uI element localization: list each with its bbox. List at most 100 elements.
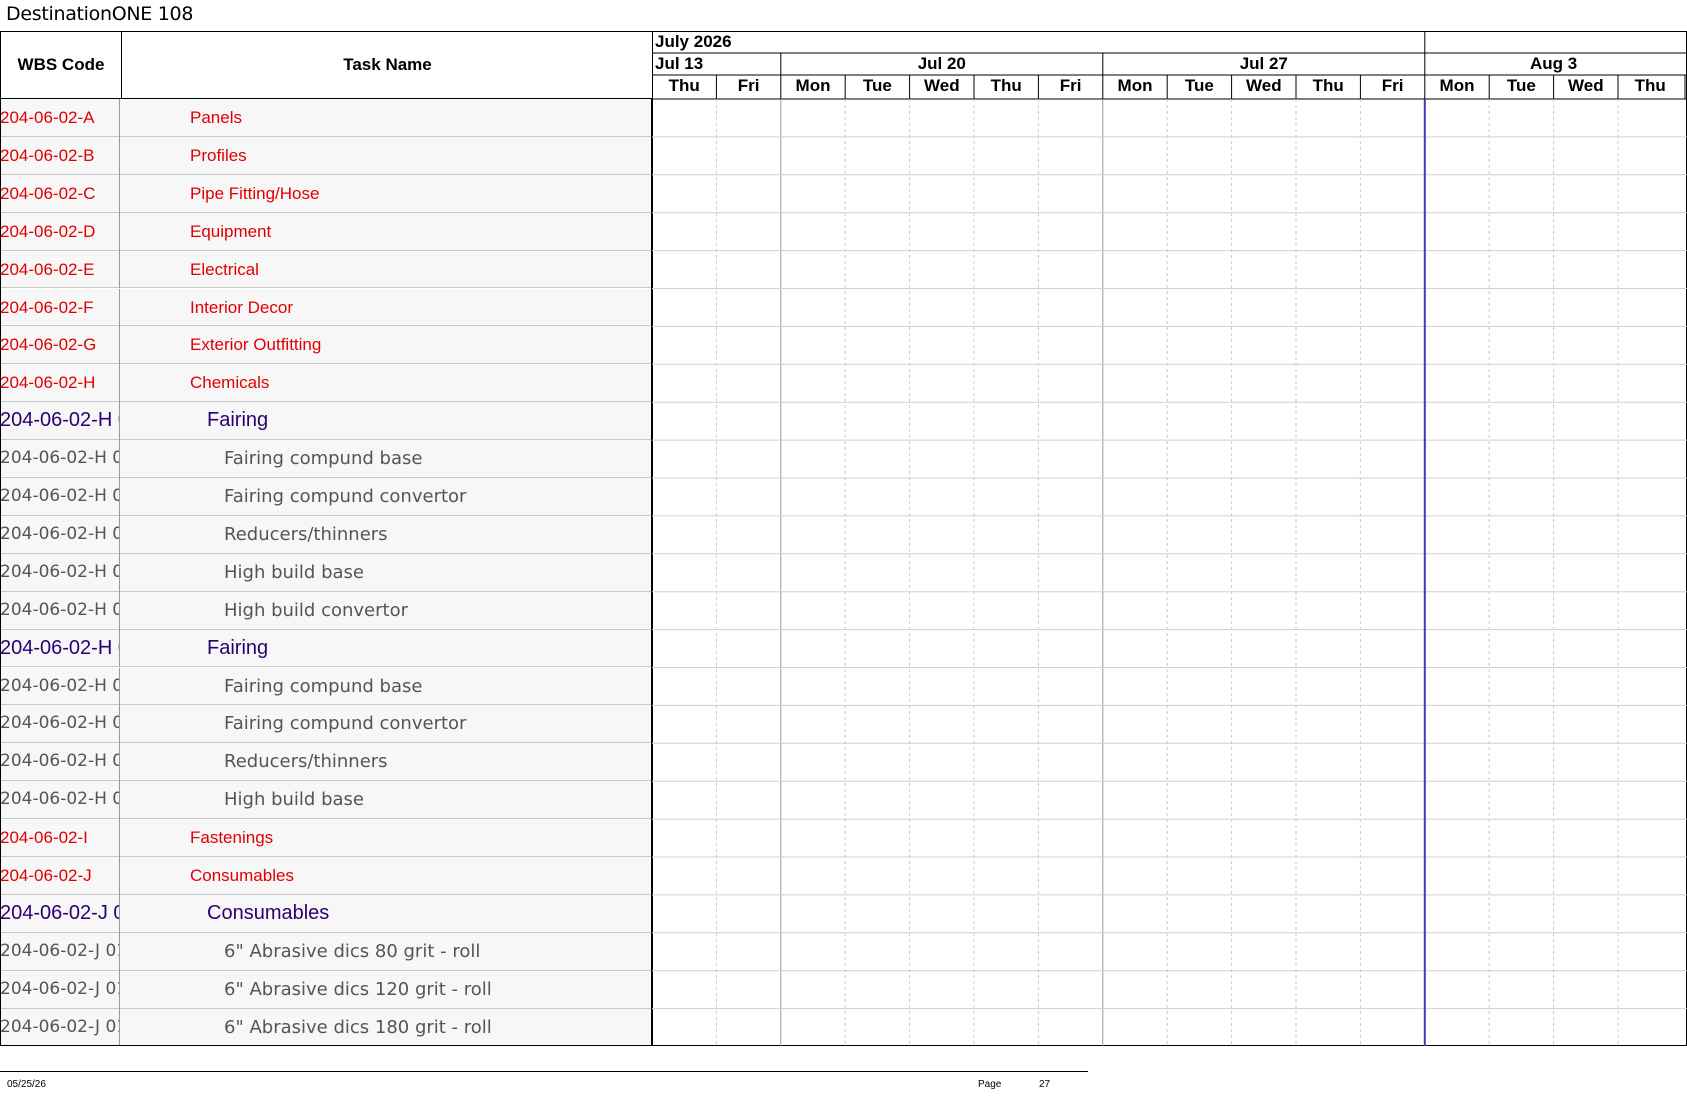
task-row[interactable]: 204-06-02-H 02 Fairing compund base (0, 667, 652, 706)
wbs-code-cell: 204-06-02-H 01 (0, 478, 120, 516)
footer-page-label: Page (978, 1079, 1002, 1090)
wbs-code-cell: 204-06-02-J 01 (0, 1008, 120, 1047)
gantt-calendar: July 2026 Jul 13 Thu Fri Jul 20 Mon Tue Wed Thu F… (652, 31, 1687, 1046)
task-name-cell: Equipment (190, 221, 272, 241)
document-title: DestinationONE 108 (6, 3, 194, 25)
footer-page-number: 27 (1039, 1079, 1051, 1090)
task-row[interactable]: 204-06-02-J 01 6" Abrasive dics 80 grit -… (0, 932, 652, 971)
task-row[interactable]: 204-06-02-E Electrical (0, 250, 652, 289)
task-name-cell: High build convertor (224, 599, 408, 621)
task-row[interactable]: 204-06-02-G Exterior Outfitting (0, 326, 652, 365)
wbs-code-cell: 204-06-02-I (0, 819, 120, 857)
day-label: Fri (1060, 76, 1082, 95)
wbs-code-cell: 204-06-02-G (0, 326, 120, 365)
task-name-cell: Consumables (190, 866, 294, 885)
wbs-code-cell: 204-06-02-J 01 (0, 932, 120, 971)
wbs-code-cell: 204-06-02-C (0, 174, 120, 213)
task-row[interactable]: 204-06-02-H 0 Fairing (0, 402, 652, 441)
wbs-code-cell: 204-06-02-F (0, 288, 120, 327)
task-name-cell: Fairing compund convertor (224, 713, 467, 735)
task-row[interactable]: 204-06-02-J 0 Consumables (0, 894, 652, 933)
task-name-cell: Pipe Fitting/Hose (190, 183, 320, 203)
task-row[interactable]: 204-06-02-A Panels (0, 99, 652, 137)
wbs-code-column-header[interactable]: WBS Code (1, 32, 122, 98)
day-label: Fri (1382, 76, 1404, 95)
week-label: Jul 27 (1240, 54, 1288, 73)
task-row[interactable]: 204-06-02-H 01 Fairing compund convertor (0, 478, 652, 516)
task-row[interactable]: 204-06-02-H 02 Fairing compund convertor (0, 705, 652, 744)
task-name-cell: Panels (190, 108, 242, 127)
wbs-code-cell: 204-06-02-H 02 (0, 705, 120, 744)
wbs-code-cell: 204-06-02-H 01 (0, 440, 120, 478)
day-label: Thu (1313, 76, 1344, 95)
week-label: Jul 13 (655, 54, 703, 73)
week-label: Aug 3 (1530, 54, 1577, 73)
footer-date: 05/25/26 (7, 1079, 46, 1090)
wbs-code-cell: 204-06-02-J 0 (0, 894, 120, 933)
task-row[interactable]: 204-06-02-H 0 Fairing (0, 629, 652, 668)
wbs-code-cell: 204-06-02-J (0, 857, 120, 895)
task-row[interactable]: 204-06-02-D Equipment (0, 212, 652, 251)
task-name-cell: Reducers/thinners (224, 523, 388, 545)
wbs-code-cell: 204-06-02-H 01 (0, 591, 120, 630)
calendar-frame (652, 31, 1687, 1046)
day-label: Wed (1246, 76, 1282, 95)
day-label: Wed (1568, 76, 1604, 95)
wbs-code-cell: 204-06-02-H 0 (0, 402, 120, 441)
task-name-cell: Fairing (207, 636, 269, 659)
wbs-code-cell: 204-06-02-H 02 (0, 781, 120, 820)
wbs-code-cell: 204-06-02-H 02 (0, 667, 120, 706)
task-row[interactable]: 204-06-02-H 02 High build base (0, 781, 652, 820)
month-label: July 2026 (655, 32, 732, 51)
wbs-code-cell: 204-06-02-H 01 (0, 553, 120, 592)
day-label: Thu (1635, 76, 1666, 95)
day-label: Mon (1440, 76, 1475, 95)
task-name-cell: Chemicals (190, 373, 270, 393)
task-row[interactable]: 204-06-02-C Pipe Fitting/Hose (0, 174, 652, 213)
task-name-cell: High build base (224, 789, 364, 811)
day-label: Fri (738, 76, 760, 95)
task-name-cell: 6" Abrasive dics 180 grit - roll (224, 1016, 492, 1038)
task-row[interactable]: 204-06-02-H 01 High build base (0, 553, 652, 592)
day-label: Mon (796, 76, 831, 95)
task-name-cell: 6" Abrasive dics 120 grit - roll (224, 978, 492, 1000)
day-label: Tue (1185, 76, 1214, 95)
task-name-cell: Reducers/thinners (224, 751, 388, 773)
task-name-column-header[interactable]: Task Name (122, 32, 653, 98)
task-name-cell: Consumables (207, 901, 330, 924)
wbs-code-cell: 204-06-02-H (0, 364, 120, 403)
task-name-cell: Interior Decor (190, 297, 293, 317)
week-label: Jul 20 (918, 54, 966, 73)
day-label: Tue (1507, 76, 1536, 95)
wbs-code-cell: 204-06-02-D (0, 212, 120, 251)
day-label: Thu (991, 76, 1022, 95)
task-name-cell: High build base (224, 561, 364, 583)
task-row[interactable]: 204-06-02-F Interior Decor (0, 288, 652, 327)
day-label: Mon (1118, 76, 1153, 95)
task-row[interactable]: 204-06-02-H 02 Reducers/thinners (0, 743, 652, 782)
wbs-code-cell: 204-06-02-A (0, 99, 120, 137)
task-name-cell: Fastenings (190, 828, 274, 848)
day-label: Wed (924, 76, 960, 95)
task-name-cell: Exterior Outfitting (190, 335, 322, 355)
task-name-cell: Profiles (190, 145, 247, 165)
task-row[interactable]: 204-06-02-H 01 High build convertor (0, 591, 652, 630)
task-row[interactable]: 204-06-02-B Profiles (0, 136, 652, 175)
task-row[interactable]: 204-06-02-I Fastenings (0, 819, 652, 857)
grid-header: WBS Code Task Name (0, 31, 652, 99)
task-name-cell: Fairing compund base (224, 675, 423, 697)
wbs-code-cell: 204-06-02-J 01 (0, 970, 120, 1009)
task-row[interactable]: 204-06-02-J 01 6" Abrasive dics 180 grit … (0, 1008, 652, 1047)
task-row[interactable]: 204-06-02-H 01 Reducers/thinners (0, 515, 652, 554)
task-row[interactable]: 204-06-02-J 01 6" Abrasive dics 120 grit … (0, 970, 652, 1009)
task-row[interactable]: 204-06-02-H 01 Fairing compund base (0, 440, 652, 478)
wbs-code-cell: 204-06-02-E (0, 250, 120, 289)
footer-divider (0, 1071, 1088, 1072)
task-row[interactable]: 204-06-02-J Consumables (0, 857, 652, 895)
wbs-code-cell: 204-06-02-H 02 (0, 743, 120, 782)
task-name-cell: 6" Abrasive dics 80 grit - roll (224, 940, 481, 962)
task-name-cell: Fairing compund base (224, 448, 423, 470)
task-row[interactable]: 204-06-02-H Chemicals (0, 364, 652, 403)
day-label: Thu (669, 76, 700, 95)
task-name-cell: Fairing (207, 409, 269, 432)
